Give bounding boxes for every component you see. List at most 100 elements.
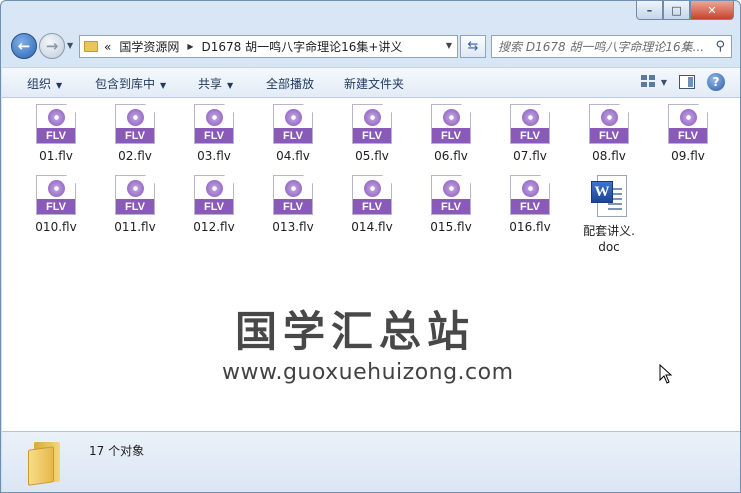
navigation-bar: ← → ▼ « 国学资源网 ▶ D1678 胡一鸣八字命理论16集+讲义 ▼ ⇆…: [1, 29, 740, 63]
breadcrumb-item-current[interactable]: D1678 胡一鸣八字命理论16集+讲义: [202, 38, 403, 55]
explorer-window: – □ ✕ ← → ▼ « 国学资源网 ▶ D1678 胡一鸣八字命理论16集+…: [0, 0, 741, 493]
address-bar[interactable]: « 国学资源网 ▶ D1678 胡一鸣八字命理论16集+讲义 ▼: [79, 35, 458, 58]
flv-badge: FLV: [116, 199, 154, 214]
share-menu[interactable]: 共享 ▼: [198, 75, 233, 92]
file-item-flv[interactable]: FLV 015.flv: [421, 175, 481, 235]
search-box[interactable]: ⚲: [491, 35, 732, 58]
refresh-button[interactable]: ⇆: [460, 35, 486, 58]
back-button[interactable]: ←: [11, 33, 37, 59]
flv-file-icon: FLV: [36, 104, 76, 144]
file-name: 08.flv: [592, 149, 626, 163]
item-count: 17 个对象: [89, 444, 145, 458]
file-name: 016.flv: [509, 220, 551, 234]
search-input[interactable]: [498, 39, 708, 54]
preview-pane-icon[interactable]: [679, 75, 695, 89]
file-item-flv[interactable]: FLV 03.flv: [184, 104, 244, 164]
mouse-cursor-icon: [659, 364, 673, 384]
recent-pages-dropdown-icon[interactable]: ▼: [67, 41, 73, 50]
view-dropdown-icon[interactable]: ▼: [661, 78, 667, 87]
file-item-flv[interactable]: FLV 05.flv: [342, 104, 402, 164]
flv-badge: FLV: [669, 128, 707, 143]
chevron-down-icon: ▼: [160, 81, 167, 90]
folder-icon: [28, 442, 62, 486]
file-name: 01.flv: [39, 149, 73, 163]
file-item-flv[interactable]: FLV 01.flv: [26, 104, 86, 164]
flv-badge: FLV: [195, 128, 233, 143]
file-name: 04.flv: [276, 149, 310, 163]
flv-file-icon: FLV: [589, 104, 629, 144]
file-item-flv[interactable]: FLV 04.flv: [263, 104, 323, 164]
caption-buttons: – □ ✕: [636, 1, 734, 21]
help-button[interactable]: ?: [707, 73, 725, 91]
forward-button[interactable]: →: [39, 33, 65, 59]
breadcrumb-overflow[interactable]: «: [104, 40, 111, 54]
file-list-area[interactable]: FLV 01.flv FLV 02.flv FLV 03.flv FLV 04.flv FLV 0…: [2, 98, 740, 431]
file-name: 05.flv: [355, 149, 389, 163]
include-in-library-menu[interactable]: 包含到库中 ▼: [95, 75, 166, 92]
play-all-button[interactable]: 全部播放: [266, 75, 314, 92]
file-item-flv[interactable]: FLV 02.flv: [105, 104, 165, 164]
file-item-flv[interactable]: FLV 012.flv: [184, 175, 244, 235]
file-item-flv[interactable]: FLV 011.flv: [105, 175, 165, 235]
flv-file-icon: FLV: [510, 175, 550, 215]
file-item-flv[interactable]: FLV 06.flv: [421, 104, 481, 164]
flv-badge: FLV: [511, 199, 549, 214]
breadcrumb-separator-icon[interactable]: ▶: [187, 42, 193, 51]
file-item-flv[interactable]: FLV 07.flv: [500, 104, 560, 164]
file-name: 012.flv: [193, 220, 235, 234]
address-dropdown-icon[interactable]: ▼: [446, 41, 452, 50]
flv-file-icon: FLV: [352, 175, 392, 215]
flv-file-icon: FLV: [273, 175, 313, 215]
new-folder-button[interactable]: 新建文件夹: [344, 75, 404, 92]
file-name: 06.flv: [434, 149, 468, 163]
flv-badge: FLV: [432, 128, 470, 143]
file-name: 02.flv: [118, 149, 152, 163]
breadcrumb-item-root[interactable]: 国学资源网: [119, 38, 179, 55]
file-item-flv[interactable]: FLV 016.flv: [500, 175, 560, 235]
file-item-flv[interactable]: FLV 013.flv: [263, 175, 323, 235]
flv-badge: FLV: [37, 199, 75, 214]
flv-file-icon: FLV: [36, 175, 76, 215]
watermark-text: 国学汇总站: [235, 307, 476, 356]
watermark-url: www.guoxuehuizong.com: [222, 360, 514, 385]
flv-badge: FLV: [511, 128, 549, 143]
file-name: 09.flv: [671, 149, 705, 163]
flv-file-icon: FLV: [115, 175, 155, 215]
flv-file-icon: FLV: [510, 104, 550, 144]
maximize-button[interactable]: □: [663, 1, 690, 20]
minimize-button[interactable]: –: [636, 1, 663, 20]
file-name: 014.flv: [351, 220, 393, 234]
file-item-flv[interactable]: FLV 010.flv: [26, 175, 86, 235]
flv-file-icon: FLV: [431, 104, 471, 144]
file-item-doc[interactable]: W 配套讲义.doc: [579, 175, 639, 255]
file-name: 011.flv: [114, 220, 156, 234]
flv-badge: FLV: [432, 199, 470, 214]
flv-badge: FLV: [353, 128, 391, 143]
file-name: 03.flv: [197, 149, 231, 163]
flv-badge: FLV: [353, 199, 391, 214]
flv-file-icon: FLV: [352, 104, 392, 144]
flv-file-icon: FLV: [668, 104, 708, 144]
change-view-icon[interactable]: [640, 75, 657, 89]
file-name: 07.flv: [513, 149, 547, 163]
flv-badge: FLV: [274, 128, 312, 143]
flv-badge: FLV: [590, 128, 628, 143]
flv-file-icon: FLV: [194, 104, 234, 144]
command-bar: 组织 ▼ 包含到库中 ▼ 共享 ▼ 全部播放 新建文件夹 ▼ ?: [2, 67, 740, 98]
flv-badge: FLV: [37, 128, 75, 143]
file-item-flv[interactable]: FLV 014.flv: [342, 175, 402, 235]
flv-file-icon: FLV: [431, 175, 471, 215]
view-controls: ▼ ?: [640, 73, 725, 91]
flv-file-icon: FLV: [194, 175, 234, 215]
search-icon[interactable]: ⚲: [715, 39, 725, 54]
word-document-icon: W: [589, 175, 629, 219]
file-name: 015.flv: [430, 220, 472, 234]
organize-menu[interactable]: 组织 ▼: [27, 75, 62, 92]
chevron-down-icon: ▼: [56, 81, 63, 90]
folder-icon: [84, 41, 98, 52]
file-item-flv[interactable]: FLV 09.flv: [658, 104, 718, 164]
file-item-flv[interactable]: FLV 08.flv: [579, 104, 639, 164]
flv-file-icon: FLV: [115, 104, 155, 144]
close-button[interactable]: ✕: [690, 1, 734, 20]
flv-file-icon: FLV: [273, 104, 313, 144]
